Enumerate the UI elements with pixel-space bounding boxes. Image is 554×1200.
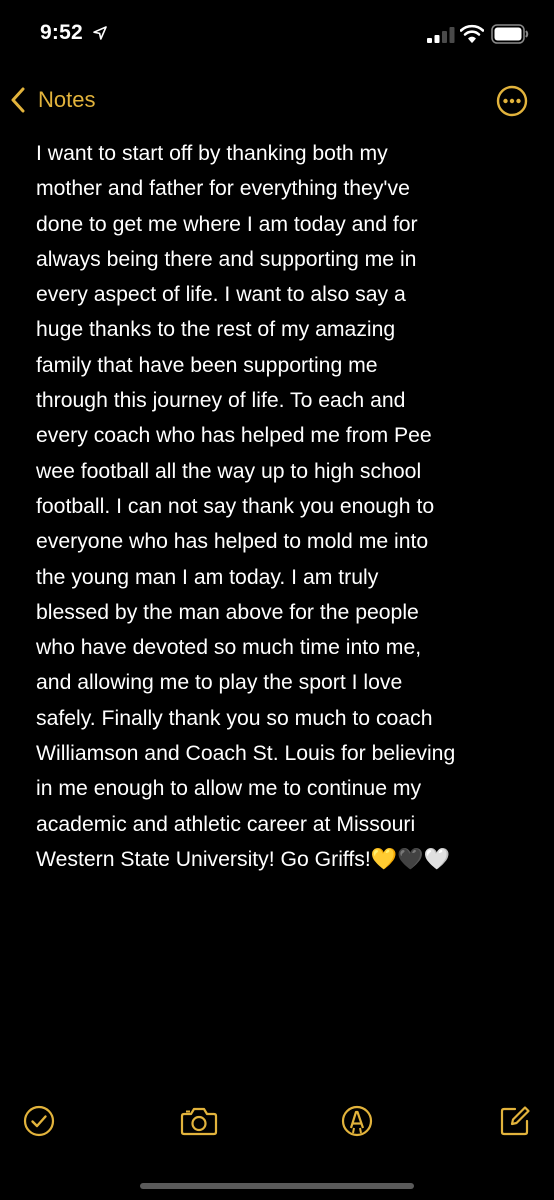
note-line: always being there and supporting me in <box>36 247 417 271</box>
note-line: done to get me where I am today and for <box>36 212 418 236</box>
note-line: everyone who has helped to mold me into <box>36 530 429 554</box>
status-time: 9:52 <box>40 21 83 44</box>
chevron-left-icon <box>11 87 25 113</box>
note-line: Williamson and Coach St. Louis for belie… <box>36 742 456 766</box>
note-line: the young man I am today. I am truly <box>36 565 379 589</box>
navigation-bar: Notes <box>0 78 554 122</box>
note-line: and allowing me to play the sport I love <box>36 671 403 695</box>
note-line: family that have been supporting me <box>36 353 378 377</box>
wifi-icon <box>460 24 484 43</box>
note-line: who have devoted so much time into me, <box>36 636 422 660</box>
note-line: football. I can not say thank you enough… <box>36 494 435 518</box>
markup-icon[interactable] <box>340 1104 374 1138</box>
note-line: every coach who has helped me from Pee <box>36 424 432 448</box>
note-line: through this journey of life. To each an… <box>36 389 406 413</box>
battery-icon <box>491 24 529 44</box>
back-button[interactable]: Notes <box>10 78 95 122</box>
camera-icon[interactable] <box>180 1104 218 1138</box>
note-line: every aspect of life. I want to also say… <box>36 283 406 307</box>
note-line: in me enough to allow me to continue my <box>36 777 422 801</box>
back-label: Notes <box>38 87 96 112</box>
checklist-icon[interactable] <box>22 1104 56 1138</box>
home-indicator <box>140 1183 414 1189</box>
bottom-toolbar <box>0 1100 554 1144</box>
note-line: mother and father for everything they've <box>36 177 410 201</box>
cellular-signal-icon <box>427 27 455 43</box>
ellipsis-circle-icon[interactable] <box>496 85 528 117</box>
note-line: Western State University! Go Griffs!💛🖤🤍 <box>36 847 450 871</box>
note-body[interactable]: I want to start off by thanking both my m… <box>36 136 514 877</box>
note-line: safely. Finally thank you so much to coa… <box>36 706 433 730</box>
note-line: academic and athletic career at Missouri <box>36 812 416 836</box>
status-bar: 9:52 <box>0 0 554 70</box>
note-line: huge thanks to the rest of my amazing <box>36 318 396 342</box>
note-line: blessed by the man above for the people <box>36 600 419 624</box>
note-line: I want to start off by thanking both my <box>36 142 388 165</box>
note-line: wee football all the way up to high scho… <box>36 459 422 483</box>
location-arrow-icon <box>93 26 107 40</box>
compose-icon[interactable] <box>498 1104 532 1138</box>
